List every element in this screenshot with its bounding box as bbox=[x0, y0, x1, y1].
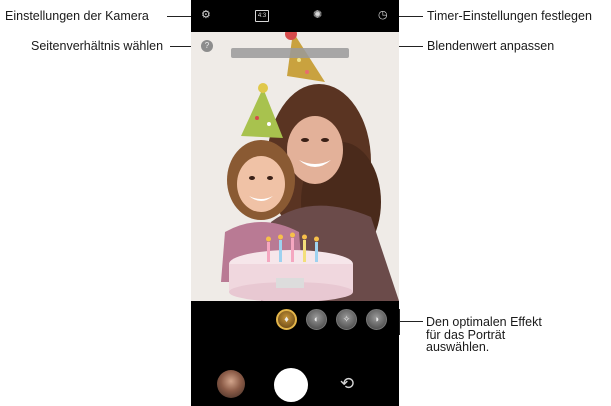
callout-line-timer bbox=[395, 16, 423, 17]
gallery-thumbnail[interactable] bbox=[217, 370, 245, 398]
question-icon[interactable]: ? bbox=[201, 40, 213, 52]
camera-viewfinder[interactable]: ? bbox=[191, 32, 399, 301]
callout-portrait-effect: Den optimalen Effekt für das Porträt aus… bbox=[426, 315, 542, 354]
viewfinder-hint-banner bbox=[231, 48, 349, 58]
callout-line-portrait-effect bbox=[398, 321, 423, 322]
switch-camera-icon[interactable]: ⟲ bbox=[337, 374, 357, 394]
phone-screen: ⚙ 4:3 ✺ ◷ ? ♦ ◐ ✧ ◑ ⟲ bbox=[191, 0, 399, 406]
portrait-effect-1[interactable]: ♦ bbox=[276, 309, 297, 330]
aspect-ratio-icon[interactable]: 4:3 bbox=[255, 10, 269, 22]
portrait-effect-selector: ♦ ◐ ✧ ◑ bbox=[276, 309, 387, 330]
portrait-effect-3[interactable]: ✧ bbox=[336, 309, 357, 330]
camera-bottom-bar: ♦ ◐ ✧ ◑ ⟲ bbox=[191, 301, 399, 406]
callout-aspect-ratio: Seitenverhältnis wählen bbox=[31, 39, 164, 53]
portrait-effect-2[interactable]: ◐ bbox=[306, 309, 327, 330]
callout-camera-settings: Einstellungen der Kamera bbox=[5, 9, 149, 23]
callout-timer: Timer-Einstellungen festlegen bbox=[427, 9, 592, 23]
portrait-effect-4[interactable]: ◑ bbox=[366, 309, 387, 330]
aperture-icon[interactable]: ✺ bbox=[313, 10, 322, 21]
shutter-button[interactable] bbox=[274, 368, 308, 402]
viewfinder-photo bbox=[191, 32, 399, 301]
camera-top-bar: ⚙ 4:3 ✺ ◷ bbox=[191, 0, 399, 32]
callout-aperture: Blendenwert anpassen bbox=[427, 39, 555, 53]
gear-icon[interactable]: ⚙ bbox=[201, 10, 211, 21]
timer-icon[interactable]: ◷ bbox=[378, 10, 388, 21]
